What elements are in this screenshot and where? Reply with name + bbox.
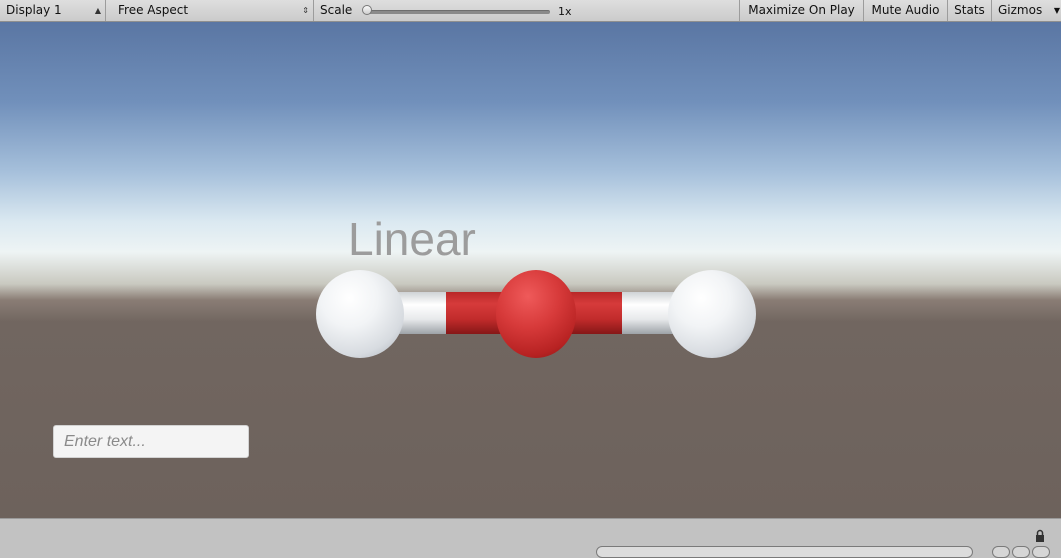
lock-icon[interactable] [1033,529,1047,543]
stats-label: Stats [954,3,985,17]
mute-audio-label: Mute Audio [871,3,940,17]
display-dropdown-label: Display 1 [6,3,62,17]
aspect-dropdown[interactable]: Free Aspect ⇕ [112,0,314,21]
gizmos-label: Gizmos [998,3,1043,17]
aspect-dropdown-label: Free Aspect [118,3,189,17]
game-view-toolbar: Display 1 ▲ Free Aspect ⇕ Scale 1x Maxim… [0,0,1061,22]
scale-slider-thumb[interactable] [362,5,372,15]
scale-slider-track[interactable] [366,10,550,14]
text-input[interactable] [53,425,249,458]
game-view[interactable]: Linear [0,22,1061,518]
hydrogen-atom-left [316,270,404,358]
hydrogen-atom-right [668,270,756,358]
maximize-on-play-label: Maximize On Play [748,3,855,17]
toggle-icon[interactable] [992,546,1010,558]
stats-button[interactable]: Stats [948,0,992,21]
scale-label: Scale [320,3,353,17]
gizmos-dropdown[interactable]: Gizmos ▼ [992,0,1061,21]
dropdown-arrow-icon: ▼ [1053,6,1060,15]
toggle-icon[interactable] [1032,546,1050,558]
toggle-icon[interactable] [1012,546,1030,558]
oxygen-atom [496,270,576,358]
maximize-on-play-button[interactable]: Maximize On Play [739,0,864,21]
status-bar [0,518,1061,558]
mute-audio-button[interactable]: Mute Audio [864,0,948,21]
display-dropdown[interactable]: Display 1 ▲ [0,0,106,21]
scale-value: 1x [558,5,572,18]
updown-icon: ⇕ [302,6,309,15]
updown-icon: ▲ [94,6,101,15]
console-field[interactable] [596,546,973,558]
